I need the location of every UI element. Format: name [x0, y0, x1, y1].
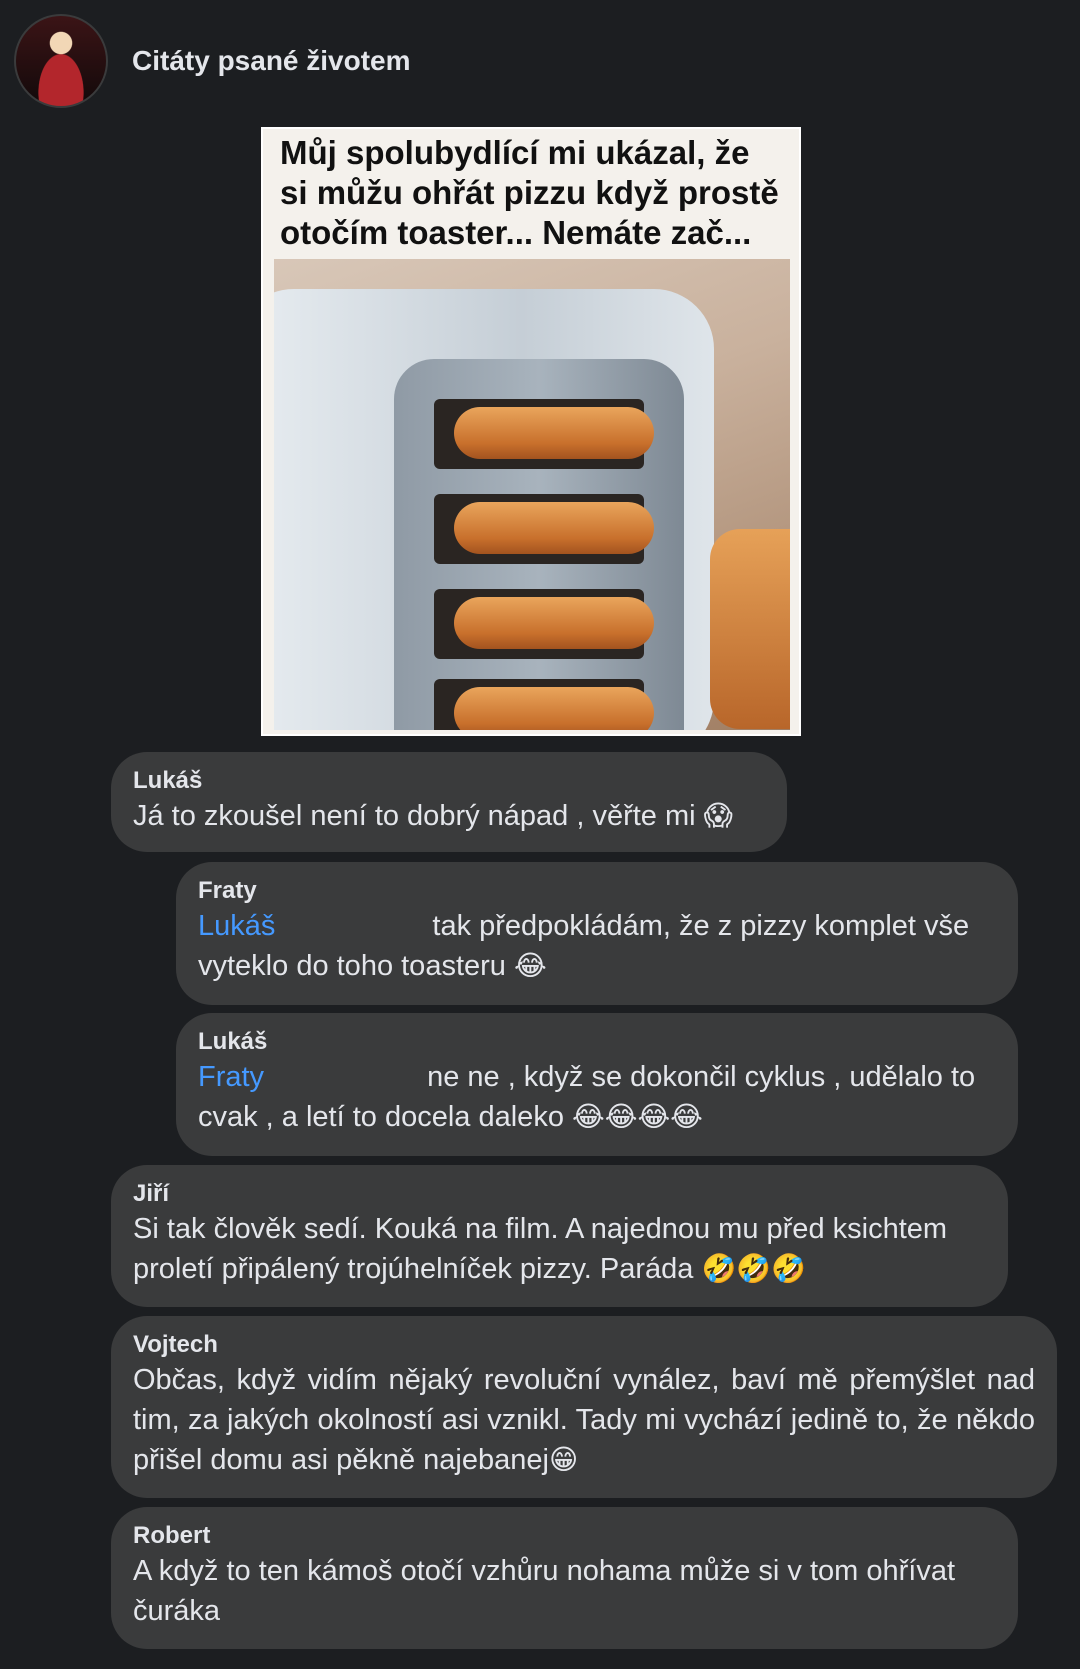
comment-text: Já to zkoušel není to dobrý nápad , věřt… — [133, 799, 733, 832]
reply-comment[interactable]: Lukáš Fraty ne ne , když se dokončil cykl… — [176, 1013, 1018, 1156]
comment-author[interactable]: Lukáš — [198, 1027, 996, 1057]
pizza-slice — [454, 597, 654, 649]
comment[interactable]: Lukáš Já to zkoušel není to dobrý nápad … — [111, 752, 787, 852]
grin-emoji-icon: 😁 — [548, 1443, 579, 1476]
toaster — [274, 289, 714, 730]
post-image[interactable]: Můj spolubydlící mi ukázal, že si můžu o… — [261, 127, 801, 736]
pizza-box — [710, 529, 790, 729]
comment[interactable]: Vojtech Občas, když vidím nějaký revoluč… — [111, 1316, 1057, 1498]
comment[interactable]: Jiří Si tak člověk sedí. Kouká na film. … — [111, 1165, 1008, 1307]
comment-text: Lukáš tak předpokládám, že z pizzy komple… — [198, 910, 978, 982]
scream-emoji-icon: 😱 — [703, 799, 733, 832]
pizza-slice — [454, 407, 654, 459]
comment-author[interactable]: Vojtech — [133, 1330, 1035, 1360]
rofl-emoji-icon: 🤣🤣🤣 — [701, 1252, 807, 1285]
comment-text: Fraty ne ne , když se dokončil cyklus , u… — [198, 1061, 984, 1133]
laughing-emoji-icon: 😂 — [513, 949, 547, 982]
image-caption: Můj spolubydlící mi ukázal, že si můžu o… — [280, 134, 779, 251]
pizza-slice — [454, 502, 654, 554]
page-avatar[interactable] — [14, 14, 108, 108]
comment-text: Si tak člověk sedí. Kouká na film. A naj… — [133, 1213, 956, 1285]
comment-author[interactable]: Lukáš — [133, 766, 765, 796]
comment-author[interactable]: Fraty — [198, 876, 996, 906]
toaster-photo — [274, 259, 790, 730]
reply-comment[interactable]: Fraty Lukáš tak předpokládám, že z pizzy … — [176, 862, 1018, 1005]
comment[interactable]: Robert A když to ten kámoš otočí vzhůru … — [111, 1507, 1018, 1649]
post-header: Citáty psané životem — [14, 14, 411, 108]
comment-text: A když to ten kámoš otočí vzhůru nohama … — [133, 1555, 964, 1627]
page-name[interactable]: Citáty psané životem — [132, 45, 411, 77]
mention-link[interactable]: Lukáš — [198, 910, 275, 942]
comment-text: Občas, když vidím nějaký revoluční vynál… — [133, 1364, 1044, 1476]
laughing-emoji-icon: 😂😂😂😂 — [572, 1100, 703, 1133]
comment-author[interactable]: Jiří — [133, 1179, 986, 1209]
comment-author[interactable]: Robert — [133, 1521, 996, 1551]
pizza-slice — [454, 687, 654, 730]
mention-link[interactable]: Fraty — [198, 1061, 264, 1093]
